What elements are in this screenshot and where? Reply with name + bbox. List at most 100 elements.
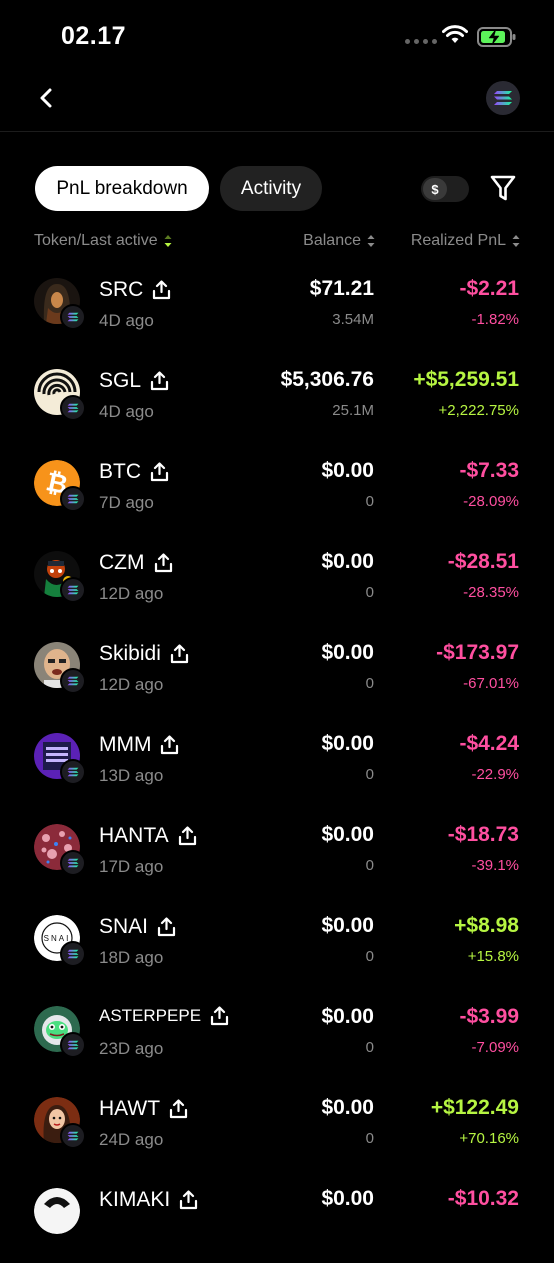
token-name-group: Skibidi	[99, 642, 189, 666]
token-row[interactable]: MMM 13D ago $0.00 0 -$4.24 -22.9%	[0, 717, 554, 808]
solana-badge-icon	[60, 941, 86, 967]
status-time: 02.17	[61, 22, 127, 50]
token-row[interactable]: CZM 12D ago $0.00 0 -$28.51 -28.35%	[0, 535, 554, 626]
share-icon[interactable]	[152, 280, 171, 300]
last-active: 13D ago	[99, 766, 164, 785]
token-row[interactable]: HANTA 17D ago $0.00 0 -$18.73 -39.1%	[0, 808, 554, 899]
solana-badge-icon	[60, 304, 86, 330]
share-icon[interactable]	[154, 553, 173, 573]
cellular-signal-icon	[405, 39, 437, 44]
status-bar: 02.17	[0, 0, 554, 75]
balance-column-label: Balance	[303, 232, 361, 249]
realized-pnl-percent: -39.1%	[471, 857, 519, 874]
wifi-icon	[442, 25, 468, 43]
nav-bar	[0, 75, 554, 132]
token-name-group: BTC	[99, 460, 169, 484]
token-row[interactable]: ₿ BTC 7D ago $0.00 0 -$7.33 -28.09%	[0, 444, 554, 535]
column-headers: Token/Last active Balance Realized PnL	[0, 230, 554, 254]
solana-badge-icon	[60, 486, 86, 512]
token-row[interactable]: SGL 4D ago $5,306.76 25.1M +$5,259.51 +2…	[0, 353, 554, 444]
balance-quantity: 0	[365, 1130, 374, 1147]
sort-icon	[367, 235, 375, 247]
filter-icon[interactable]	[490, 174, 516, 202]
token-name: HAWT	[99, 1097, 161, 1120]
token-row[interactable]: HAWT 24D ago $0.00 0 +$122.49 +70.16%	[0, 1081, 554, 1172]
realized-pnl-percent: +2,222.75%	[438, 402, 520, 419]
balance-value: $0.00	[321, 914, 374, 937]
solana-badge-icon	[60, 1032, 86, 1058]
token-name: SGL	[99, 369, 142, 392]
sort-by-balance-header[interactable]: Balance	[303, 232, 375, 250]
last-active: 4D ago	[99, 402, 154, 421]
share-icon[interactable]	[179, 1190, 198, 1210]
share-icon[interactable]	[178, 826, 197, 846]
share-icon[interactable]	[150, 462, 169, 482]
balance-value: $0.00	[321, 550, 374, 573]
realized-pnl-percent: +15.8%	[467, 948, 519, 965]
balance-value: $0.00	[321, 1096, 374, 1119]
solana-badge-icon	[60, 759, 86, 785]
token-column-label: Token/Last active	[34, 232, 158, 249]
token-name: MMM	[99, 733, 152, 756]
balance-quantity: 3.54M	[332, 311, 374, 328]
battery-charging-icon	[477, 27, 516, 47]
realized-pnl-percent: -1.82%	[471, 311, 519, 328]
token-name-group: SRC	[99, 278, 171, 302]
back-chevron-icon[interactable]	[34, 85, 60, 111]
last-active: 23D ago	[99, 1039, 164, 1058]
token-list: SRC 4D ago $71.21 3.54M -$2.21 -1.82% SG…	[0, 262, 554, 1263]
pnl-column-label: Realized PnL	[410, 232, 506, 249]
realized-pnl: -$2.21	[459, 277, 519, 300]
token-name-group: HAWT	[99, 1097, 188, 1121]
balance-quantity: 0	[365, 857, 374, 874]
token-row[interactable]: ASTERPEPE 23D ago $0.00 0 -$3.99 -7.09%	[0, 990, 554, 1081]
token-name: KIMAKI	[99, 1188, 171, 1211]
balance-value: $0.00	[321, 823, 374, 846]
realized-pnl-percent: -28.09%	[463, 493, 519, 510]
solana-badge-icon	[60, 668, 86, 694]
token-name-group: HANTA	[99, 824, 197, 848]
balance-value: $0.00	[321, 1187, 374, 1210]
token-row[interactable]: SRC 4D ago $71.21 3.54M -$2.21 -1.82%	[0, 262, 554, 353]
realized-pnl-percent: -22.9%	[471, 766, 519, 783]
share-icon[interactable]	[170, 644, 189, 664]
share-icon[interactable]	[150, 371, 169, 391]
token-name: HANTA	[99, 824, 169, 847]
token-row[interactable]: Skibidi 12D ago $0.00 0 -$173.97 -67.01%	[0, 626, 554, 717]
last-active: 18D ago	[99, 948, 164, 967]
realized-pnl: +$122.49	[430, 1096, 519, 1119]
realized-pnl: -$173.97	[436, 641, 519, 664]
currency-toggle[interactable]: $	[421, 176, 469, 202]
share-icon[interactable]	[210, 1006, 229, 1026]
last-active: 4D ago	[99, 311, 154, 330]
token-name: ASTERPEPE	[99, 1006, 202, 1025]
share-icon[interactable]	[160, 735, 179, 755]
realized-pnl: -$10.32	[447, 1187, 519, 1210]
solana-badge-icon	[60, 395, 86, 421]
tab-pnl-breakdown[interactable]: PnL breakdown	[35, 166, 209, 211]
realized-pnl-percent: -67.01%	[463, 675, 519, 692]
realized-pnl-percent: +70.16%	[459, 1130, 519, 1147]
token-name: BTC	[99, 460, 141, 483]
token-name-group: MMM	[99, 733, 179, 757]
share-icon[interactable]	[157, 917, 176, 937]
tab-activity[interactable]: Activity	[220, 166, 322, 211]
solana-badge-icon	[60, 577, 86, 603]
balance-value: $0.00	[321, 732, 374, 755]
token-row[interactable]: KIMAKI $0.00 -$10.32	[0, 1172, 554, 1263]
realized-pnl: -$3.99	[459, 1005, 519, 1028]
token-name-group: CZM	[99, 551, 173, 575]
solana-chain-button[interactable]	[486, 81, 520, 115]
token-row[interactable]: SNAI SNAI 18D ago $0.00 0 +$8.98 +15.8%	[0, 899, 554, 990]
balance-quantity: 0	[365, 493, 374, 510]
token-name-group: ASTERPEPE	[99, 1006, 229, 1026]
balance-value: $0.00	[321, 1005, 374, 1028]
balance-value: $0.00	[321, 459, 374, 482]
share-icon[interactable]	[169, 1099, 188, 1119]
sort-by-token-header[interactable]: Token/Last active	[34, 232, 172, 250]
sort-by-pnl-header[interactable]: Realized PnL	[411, 232, 520, 250]
solana-badge-icon	[60, 850, 86, 876]
realized-pnl: -$4.24	[459, 732, 519, 755]
token-name-group: SNAI	[99, 915, 176, 939]
realized-pnl: +$8.98	[454, 914, 519, 937]
